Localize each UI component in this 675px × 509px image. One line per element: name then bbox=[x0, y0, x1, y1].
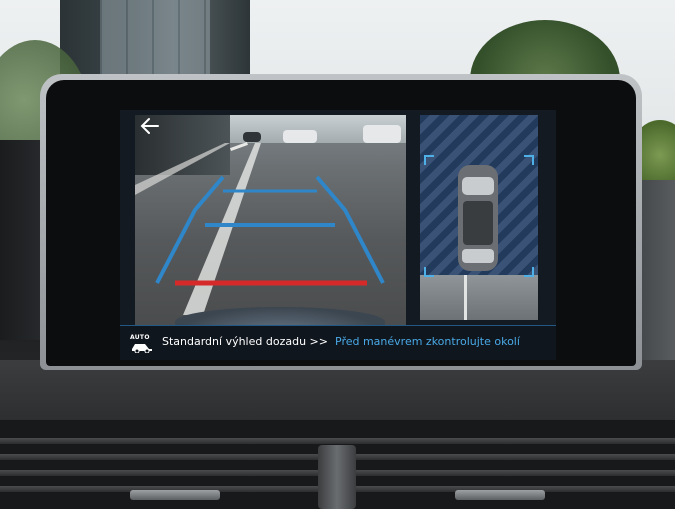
view-mode-toggle[interactable]: Standardní výhled dozadu >> bbox=[162, 335, 328, 348]
sensor-bracket bbox=[424, 267, 434, 277]
vent-chrome-trim bbox=[130, 490, 220, 500]
parking-guide-lines bbox=[155, 175, 385, 286]
sensor-bracket bbox=[524, 267, 534, 277]
vent-adjuster bbox=[318, 445, 356, 509]
ground-camera-strip bbox=[420, 275, 538, 320]
rear-camera-view bbox=[135, 115, 406, 325]
surround-top-view bbox=[420, 115, 538, 320]
vent-chrome-trim bbox=[455, 490, 545, 500]
guide-left-edge bbox=[155, 175, 225, 284]
camera-status-bar: AUTO Standardní výhled dozadu >> Před ma… bbox=[120, 325, 556, 360]
safety-warning-text: Před manévrem zkontrolujte okolí bbox=[335, 335, 520, 348]
car-camera-icon[interactable]: AUTO bbox=[130, 334, 154, 354]
car-top-view-icon bbox=[458, 165, 498, 271]
mode-badge: AUTO bbox=[130, 334, 150, 341]
sensor-bracket bbox=[524, 155, 534, 165]
back-arrow-icon[interactable] bbox=[140, 117, 162, 135]
infotainment-screen: AUTO Standardní výhled dozadu >> Před ma… bbox=[120, 110, 556, 360]
guide-right-edge bbox=[315, 175, 385, 284]
sensor-bracket bbox=[424, 155, 434, 165]
